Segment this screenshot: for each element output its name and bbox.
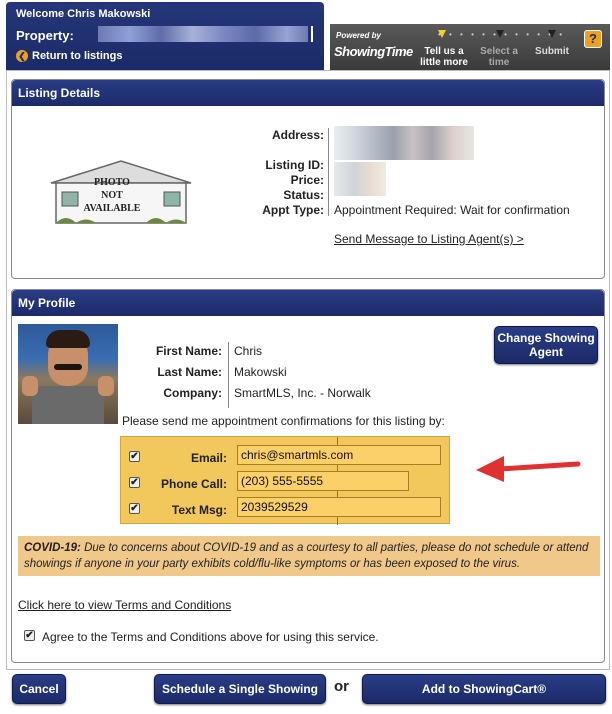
details-divider xyxy=(328,128,329,216)
welcome-panel: Welcome Chris Makowski Property: ❮ Retur… xyxy=(6,2,324,70)
address-redacted xyxy=(334,126,474,160)
agree-text: Agree to the Terms and Conditions above … xyxy=(42,630,379,644)
avatar-thumb xyxy=(98,376,114,396)
welcome-text: Welcome Chris Makowski xyxy=(16,8,151,20)
step-submit: Submit xyxy=(535,46,569,57)
cancel-button[interactable]: Cancel xyxy=(12,674,66,704)
company-label: Company: xyxy=(163,386,222,400)
add-to-showingcart-button[interactable]: Add to ShowingCart® xyxy=(362,674,606,704)
profile-divider xyxy=(228,342,229,408)
schedule-single-showing-button[interactable]: Schedule a Single Showing xyxy=(154,674,326,704)
help-button[interactable]: ? xyxy=(584,30,602,48)
property-redacted xyxy=(98,26,308,42)
listing-details-title: Listing Details xyxy=(12,80,604,106)
header: Welcome Chris Makowski Property: ❮ Retur… xyxy=(0,0,612,76)
return-to-listings-link[interactable]: ❮ Return to listings xyxy=(16,50,122,62)
red-arrow-icon xyxy=(476,456,581,482)
main-frame: Listing Details PHOTO NOT AVAILABLE Addr… xyxy=(6,70,610,670)
change-showing-agent-button[interactable]: Change Showing Agent xyxy=(494,326,598,364)
property-label: Property: xyxy=(16,28,74,43)
terms-link[interactable]: Click here to view Terms and Conditions xyxy=(18,598,231,612)
avatar-mustache xyxy=(54,364,82,370)
or-text: or xyxy=(334,678,349,695)
phone-label: Phone Call: xyxy=(160,477,227,491)
powered-by-text: Powered by xyxy=(336,31,381,40)
my-profile-title: My Profile xyxy=(12,290,604,316)
text-label: Text Msg: xyxy=(171,503,227,517)
email-input[interactable]: chris@smartmls.com xyxy=(237,445,441,465)
step-marker-icon xyxy=(496,30,504,38)
address-label: Address: xyxy=(271,128,324,142)
step-tell-us-more: Tell us a little more xyxy=(420,46,468,68)
avatar xyxy=(18,324,118,424)
first-name-value: Chris xyxy=(234,344,263,358)
back-arrow-icon: ❮ xyxy=(16,50,28,62)
showingtime-progress: Powered by ShowingTime • • • • • • • • •… xyxy=(330,24,610,70)
phone-input[interactable]: (203) 555-5555 xyxy=(237,471,409,491)
text-checkbox[interactable]: ✔ xyxy=(129,503,140,514)
photo-not-available-text: PHOTO NOT AVAILABLE xyxy=(83,177,141,214)
avatar-thumb xyxy=(22,376,38,396)
appt-type-label: Appt Type: xyxy=(262,203,324,217)
text-input[interactable]: 2039529529 xyxy=(237,497,441,517)
send-confirmations-text: Please send me appointment confirmations… xyxy=(122,414,445,428)
appt-type-value: Appointment Required: Wait for confirmat… xyxy=(334,203,570,217)
avatar-hair xyxy=(46,330,90,348)
showingtime-logo: ShowingTime xyxy=(334,44,413,59)
return-link-label: Return to listings xyxy=(32,50,123,62)
step-marker-icon xyxy=(548,30,556,38)
price-label: Price: xyxy=(290,173,324,187)
first-name-label: First Name: xyxy=(155,344,222,358)
company-value: SmartMLS, Inc. - Norwalk xyxy=(234,386,371,400)
listing-id-label: Listing ID: xyxy=(265,158,324,172)
step-select-time: Select a time xyxy=(480,46,518,68)
listing-info-redacted xyxy=(334,162,386,196)
avatar-suit xyxy=(32,386,104,424)
status-label: Status: xyxy=(283,188,324,202)
last-name-value: Makowski xyxy=(234,365,287,379)
listing-photo: PHOTO NOT AVAILABLE xyxy=(18,114,218,272)
send-message-link[interactable]: Send Message to Listing Agent(s) > xyxy=(334,232,524,246)
my-profile-panel: My Profile First Name: Last Name: Compan… xyxy=(11,289,605,663)
covid-text: Due to concerns about COVID-19 and as a … xyxy=(24,542,589,570)
covid-label: COVID-19: xyxy=(24,542,81,554)
listing-details-panel: Listing Details PHOTO NOT AVAILABLE Addr… xyxy=(11,79,605,279)
current-step-marker-icon xyxy=(438,30,446,38)
covid-notice: COVID-19: Due to concerns about COVID-19… xyxy=(18,536,600,576)
phone-checkbox[interactable]: ✔ xyxy=(129,477,140,488)
email-label: Email: xyxy=(190,451,227,465)
agree-checkbox[interactable]: ✔ xyxy=(24,630,35,641)
confirmation-methods: ✔ Email: ✔ Phone Call: ✔ Text Msg: chris… xyxy=(120,436,450,525)
last-name-label: Last Name: xyxy=(157,365,222,379)
property-divider xyxy=(311,26,313,42)
email-checkbox[interactable]: ✔ xyxy=(129,451,140,462)
